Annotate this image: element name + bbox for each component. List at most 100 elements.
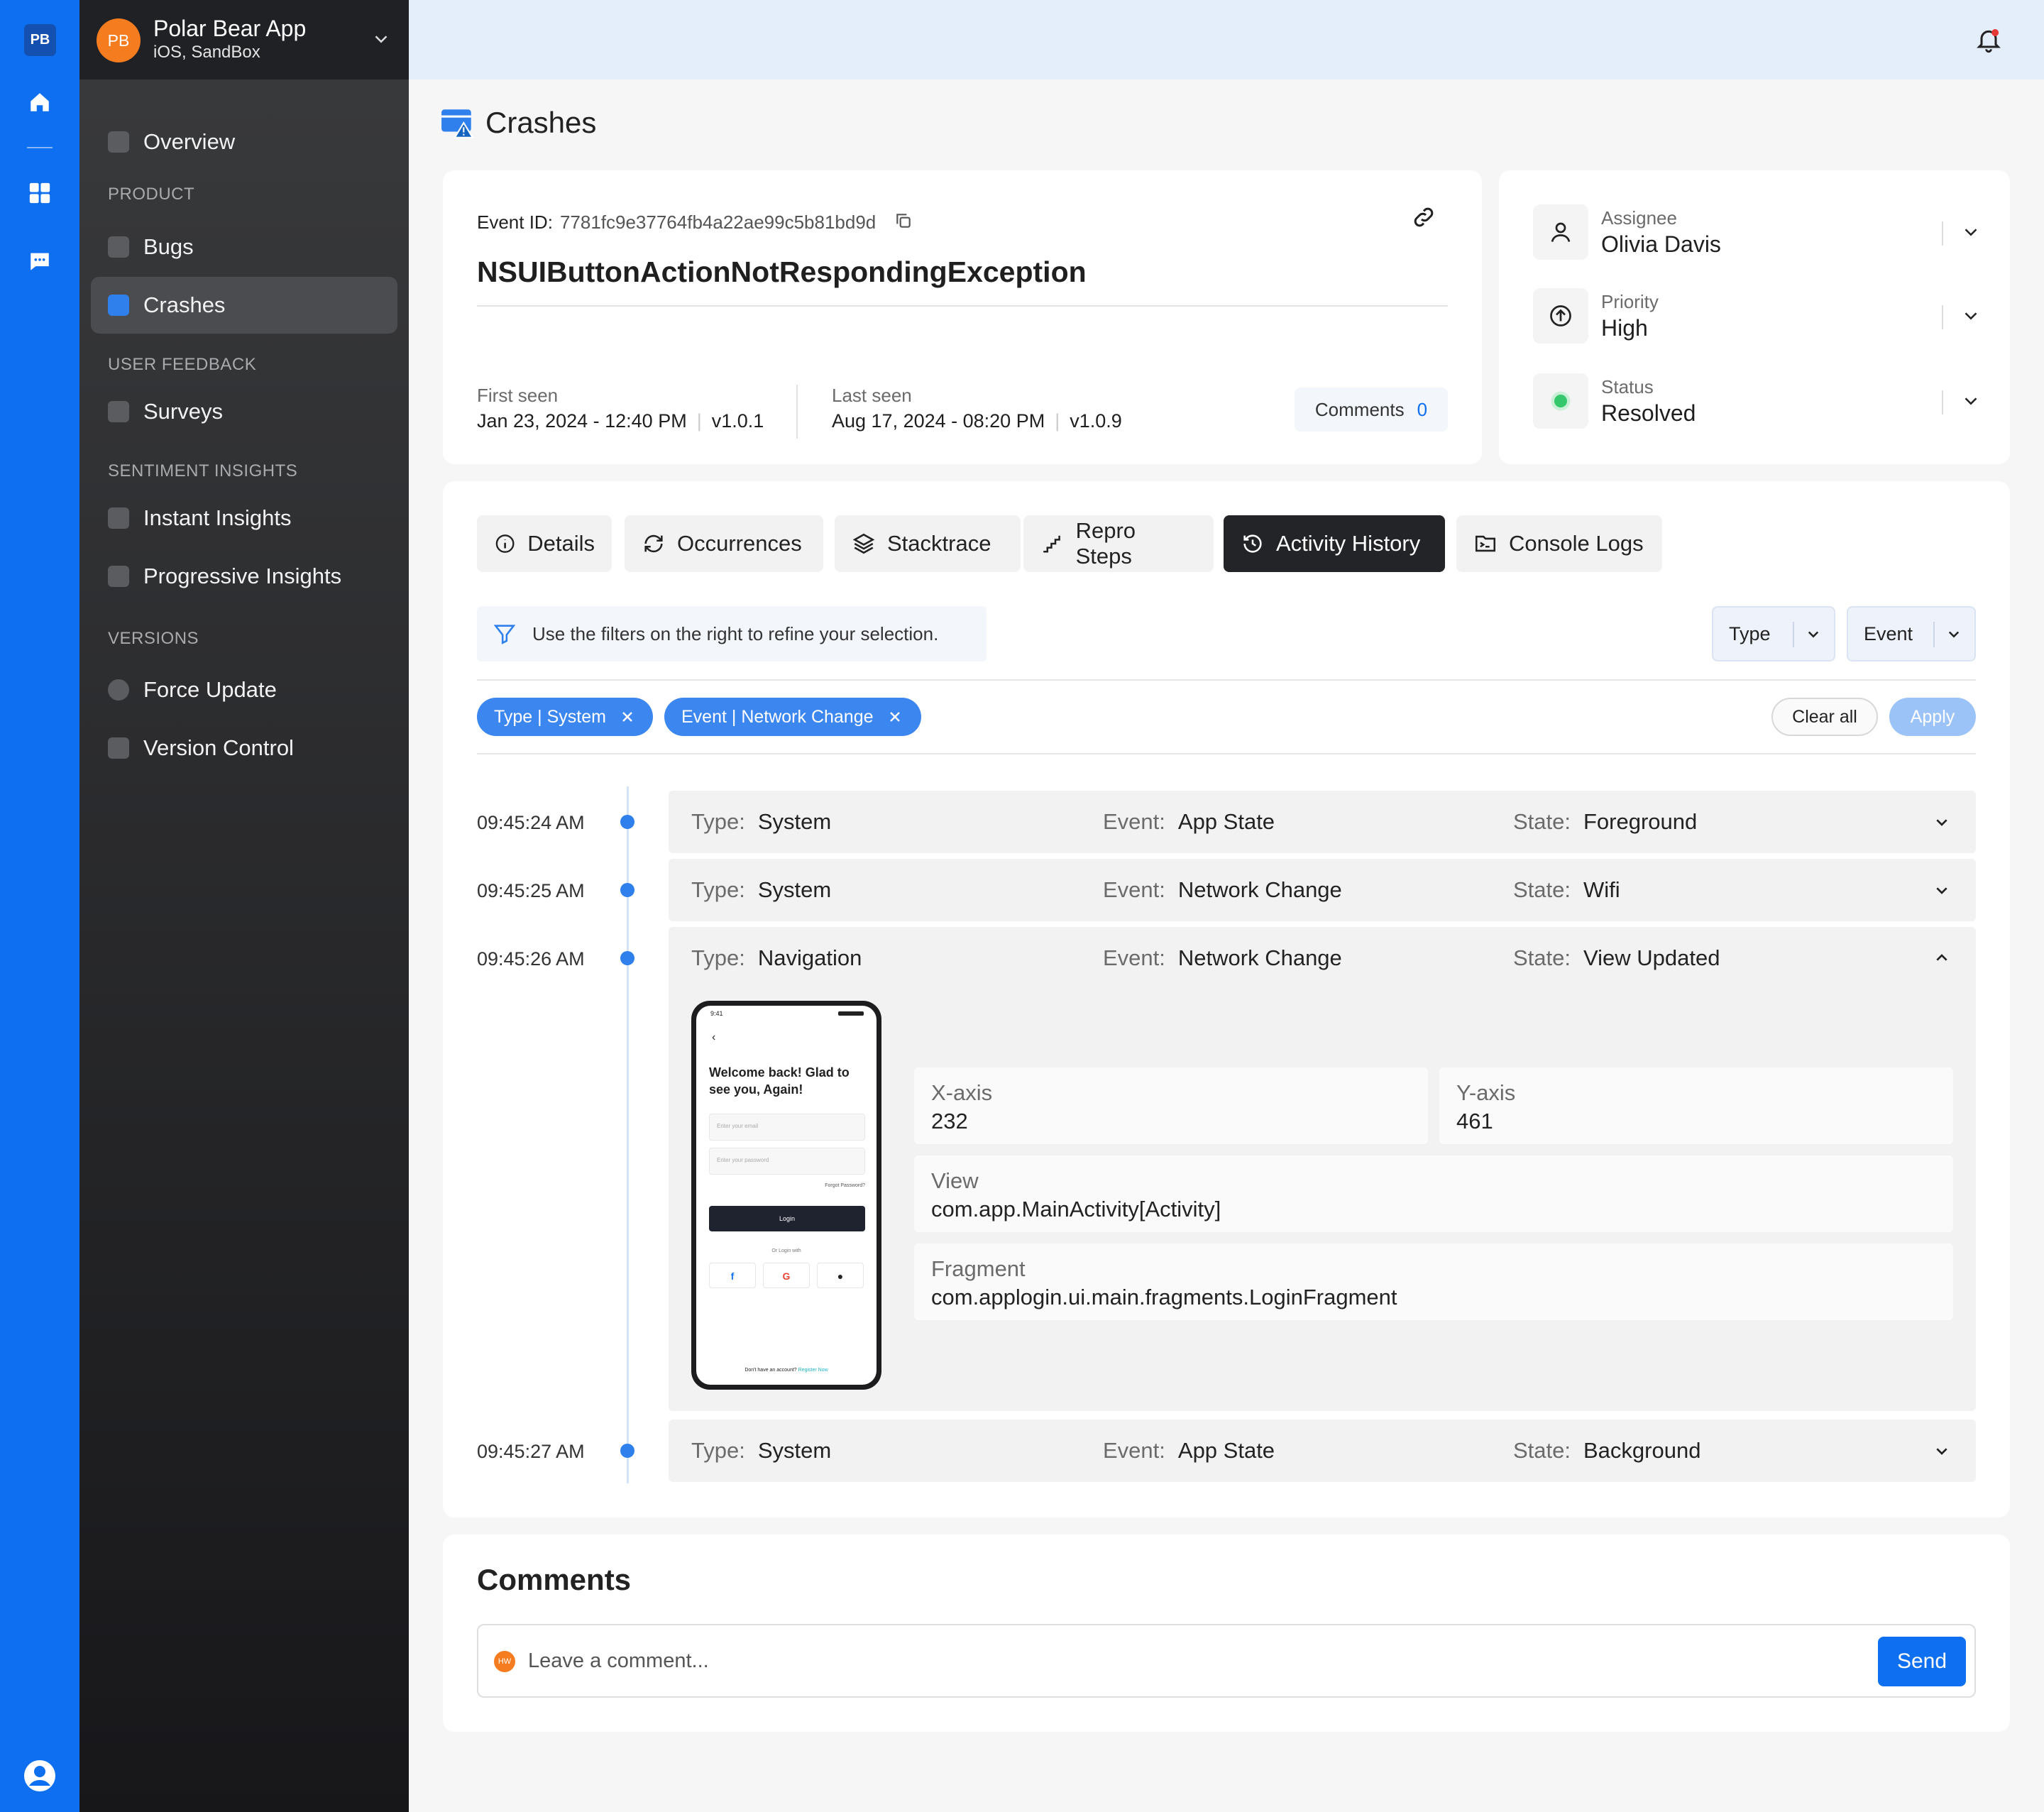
workspace-logo[interactable]: PB bbox=[24, 24, 56, 56]
comments-card: Comments HW Leave a comment... Send bbox=[443, 1534, 2010, 1732]
comment-placeholder: Leave a comment... bbox=[528, 1649, 709, 1672]
assignee-label: Assignee bbox=[1601, 207, 1677, 229]
section-product: PRODUCT bbox=[108, 185, 195, 204]
section-versions: VERSIONS bbox=[108, 629, 199, 648]
screen-thumbnail[interactable]: 9:41 ‹ Welcome back! Glad to see you, Ag… bbox=[691, 1001, 881, 1390]
timeline-row[interactable]: Type: System Event: Network Change State: W… bbox=[669, 859, 1976, 921]
fragment-info: Fragment com.applogin.ui.main.fragments.L… bbox=[914, 1243, 1953, 1320]
history-icon bbox=[1243, 534, 1262, 553]
notification-bell-icon[interactable] bbox=[1974, 26, 2003, 60]
tab-stacktrace[interactable]: Stacktrace bbox=[835, 515, 1021, 572]
sidebar-item-instant-insights[interactable]: Instant Insights bbox=[91, 490, 397, 547]
event-name: NSUIButtonActionNotRespondingException bbox=[477, 256, 1087, 288]
chat-icon[interactable] bbox=[26, 247, 54, 275]
sidebar-item-overview[interactable]: Overview bbox=[91, 114, 397, 170]
timeline-time: 09:45:26 AM bbox=[477, 948, 585, 970]
page-title: Crashes bbox=[440, 105, 596, 141]
copy-icon[interactable] bbox=[894, 212, 913, 230]
filter-chip-type[interactable]: Type | System bbox=[477, 698, 653, 736]
filter-chip-event[interactable]: Event | Network Change bbox=[664, 698, 921, 736]
priority-label: Priority bbox=[1601, 291, 1659, 312]
sidebar-item-force-update[interactable]: Force Update bbox=[91, 661, 397, 718]
comments-count-button[interactable]: Comments 0 bbox=[1295, 388, 1448, 432]
tab-activity-history[interactable]: Activity History bbox=[1224, 515, 1445, 572]
user-profile-icon[interactable] bbox=[23, 1759, 57, 1793]
type-filter-dropdown[interactable]: Type bbox=[1712, 606, 1835, 661]
divider bbox=[477, 305, 1448, 307]
assignee-value: Olivia Davis bbox=[1601, 231, 1721, 257]
comment-input[interactable]: HW Leave a comment... Send bbox=[477, 1624, 1976, 1698]
timeline-dot bbox=[620, 815, 634, 829]
layers-icon bbox=[852, 533, 875, 554]
top-bar bbox=[409, 0, 2044, 79]
sidebar-item-label: Bugs bbox=[143, 234, 194, 259]
tab-console-logs[interactable]: Console Logs bbox=[1456, 515, 1662, 572]
first-seen-label: First seen bbox=[477, 385, 559, 406]
comments-title: Comments bbox=[477, 1563, 632, 1596]
google-icon: G bbox=[763, 1263, 810, 1288]
chevron-down-icon[interactable] bbox=[1930, 811, 1953, 833]
filter-hint: Use the filters on the right to refine y… bbox=[477, 606, 987, 661]
status-dropdown-chevron-icon[interactable] bbox=[1960, 390, 1982, 417]
close-icon[interactable] bbox=[619, 708, 636, 725]
sidebar-item-version-control[interactable]: Version Control bbox=[91, 720, 397, 776]
sidebar-item-crashes[interactable]: Crashes bbox=[91, 277, 397, 334]
heart-icon bbox=[108, 507, 129, 529]
bug-icon bbox=[108, 236, 129, 258]
divider bbox=[477, 753, 1976, 754]
first-seen: Jan 23, 2024 - 12:40 PM | v1.0.1 bbox=[477, 410, 764, 432]
status-value: Resolved bbox=[1601, 400, 1696, 426]
tab-details[interactable]: Details bbox=[477, 515, 612, 572]
clear-all-button[interactable]: Clear all bbox=[1771, 698, 1878, 736]
chevron-down-icon[interactable] bbox=[1930, 879, 1953, 901]
y-axis-info: Y-axis 461 bbox=[1439, 1067, 1953, 1144]
sidebar-item-bugs[interactable]: Bugs bbox=[91, 219, 397, 275]
assignee-dropdown-chevron-icon[interactable] bbox=[1960, 221, 1982, 248]
event-filter-dropdown[interactable]: Event bbox=[1847, 606, 1976, 661]
app-switcher[interactable]: PB Polar Bear App iOS, SandBox bbox=[79, 0, 409, 79]
status-label: Status bbox=[1601, 376, 1654, 397]
timeline-row[interactable]: Type: System Event: App State State: Backgr… bbox=[669, 1420, 1976, 1482]
timeline-dot bbox=[620, 951, 634, 965]
dashboard-grid-icon[interactable] bbox=[26, 179, 54, 207]
divider bbox=[1942, 221, 1943, 246]
link-icon[interactable] bbox=[1411, 204, 1436, 236]
avatar: HW bbox=[494, 1651, 515, 1672]
app-avatar: PB bbox=[97, 18, 141, 62]
sidebar-item-surveys[interactable]: Surveys bbox=[91, 383, 397, 440]
sidebar-item-label: Overview bbox=[143, 129, 236, 154]
chevron-down-icon bbox=[1808, 631, 1819, 638]
steps-icon bbox=[1043, 535, 1060, 553]
priority-value: High bbox=[1601, 315, 1648, 341]
rail-divider bbox=[27, 147, 53, 148]
apply-button[interactable]: Apply bbox=[1889, 698, 1976, 736]
event-id-value: 7781fc9e37764fb4a22ae99c5b81bd9d bbox=[559, 212, 877, 233]
section-sentiment-insights: SENTIMENT INSIGHTS bbox=[108, 461, 298, 481]
close-icon[interactable] bbox=[886, 708, 903, 725]
chevron-up-icon[interactable] bbox=[1930, 947, 1953, 970]
timeline-row[interactable]: Type: System Event: App State State: Foregr… bbox=[669, 791, 1976, 853]
chevron-down-icon[interactable] bbox=[370, 28, 392, 55]
timeline-row-expanded[interactable]: Type: Navigation Event: Network Change Sta… bbox=[669, 927, 1976, 1411]
app-name: Polar Bear App bbox=[153, 16, 307, 41]
home-icon[interactable] bbox=[26, 88, 54, 116]
priority-dropdown-chevron-icon[interactable] bbox=[1960, 305, 1982, 332]
chevron-down-icon[interactable] bbox=[1930, 1439, 1953, 1462]
tab-occurrences[interactable]: Occurrences bbox=[625, 515, 823, 572]
overview-icon bbox=[108, 131, 129, 153]
last-seen: Aug 17, 2024 - 08:20 PM | v1.0.9 bbox=[832, 410, 1122, 432]
upload-icon bbox=[108, 679, 129, 701]
last-seen-label: Last seen bbox=[832, 385, 912, 406]
tab-repro-steps[interactable]: Repro Steps bbox=[1023, 515, 1214, 572]
sidebar-item-label: Progressive Insights bbox=[143, 564, 342, 588]
divider bbox=[1942, 305, 1943, 329]
view-info: View com.app.MainActivity[Activity] bbox=[914, 1155, 1953, 1232]
timeline-dot bbox=[620, 1444, 634, 1458]
divider bbox=[796, 385, 798, 439]
timeline-time: 09:45:24 AM bbox=[477, 812, 585, 833]
send-button[interactable]: Send bbox=[1878, 1637, 1966, 1686]
sidebar-item-progressive-insights[interactable]: Progressive Insights bbox=[91, 548, 397, 605]
folder-terminal-icon bbox=[1475, 535, 1496, 552]
x-axis-info: X-axis 232 bbox=[914, 1067, 1428, 1144]
sidebar: PB Polar Bear App iOS, SandBox Overview … bbox=[79, 0, 409, 1812]
